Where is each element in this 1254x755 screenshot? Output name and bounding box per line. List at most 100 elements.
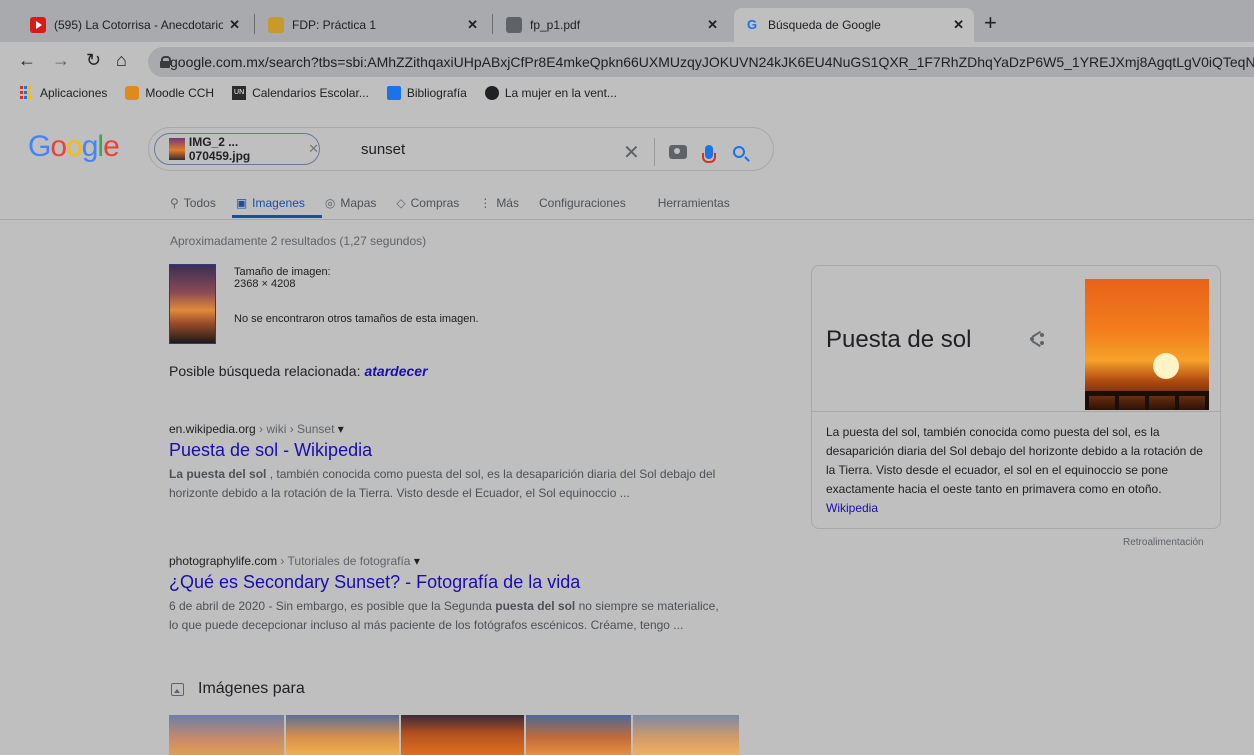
bookmark-label: La mujer en la vent... xyxy=(504,86,617,100)
bookmark-moodle[interactable]: Moodle CCH xyxy=(125,86,214,100)
bookmark-label: Aplicaciones xyxy=(40,86,108,100)
remove-image-icon[interactable]: ✕ xyxy=(308,141,319,157)
image-thumbnail[interactable] xyxy=(286,715,399,755)
close-tab-icon[interactable]: ✕ xyxy=(707,17,718,33)
tab-title: fp_p1.pdf xyxy=(530,18,581,32)
google-logo[interactable]: Google xyxy=(28,130,120,164)
tab-herramientas[interactable]: Herramientas xyxy=(658,194,730,212)
close-tab-icon[interactable]: ✕ xyxy=(229,17,240,33)
clear-icon[interactable]: ✕ xyxy=(623,140,640,165)
share-icon[interactable] xyxy=(1030,330,1044,347)
snippet-date: 6 de abril de 2020 - Sin embargo, es pos… xyxy=(169,599,496,613)
tab-pdf[interactable]: fp_p1.pdf ✕ xyxy=(496,8,728,42)
search-icon: ⚲ xyxy=(170,196,179,210)
map-pin-icon: ◎ xyxy=(324,196,336,210)
home-icon[interactable]: ⌂ xyxy=(116,50,127,71)
image-icon xyxy=(171,682,184,696)
result-title[interactable]: ¿Qué es Secondary Sunset? - Fotografía d… xyxy=(169,572,729,593)
query-image-thumbnail[interactable] xyxy=(169,264,216,344)
dropdown-arrow-icon[interactable]: ▾ xyxy=(338,422,344,436)
logo-letter: e xyxy=(103,130,120,163)
book-icon xyxy=(386,86,401,100)
knowledge-panel-image[interactable] xyxy=(1085,279,1209,410)
bookmark-calendarios[interactable]: UN Calendarios Escolar... xyxy=(232,86,369,100)
snippet-highlight: puesta del sol xyxy=(495,599,576,613)
header-divider xyxy=(0,219,1254,220)
tab-google-search[interactable]: G Búsqueda de Google ✕ xyxy=(734,8,974,42)
tab-mas[interactable]: ⋮ Más xyxy=(479,194,519,212)
tab-imagenes[interactable]: ▣ Imagenes xyxy=(236,194,305,212)
active-tab-indicator xyxy=(232,215,322,218)
tab-todos[interactable]: ⚲ Todos xyxy=(170,194,216,212)
result-stats: Aproximadamente 2 resultados (1,27 segun… xyxy=(170,234,427,248)
logo-letter: o xyxy=(66,130,83,163)
bookmark-label: Calendarios Escolar... xyxy=(252,86,369,100)
result-title[interactable]: Puesta de sol - Wikipedia xyxy=(169,440,729,461)
tab-separator xyxy=(254,14,255,34)
logo-letter: o xyxy=(50,130,67,163)
tab-label: Herramientas xyxy=(657,196,730,210)
close-tab-icon[interactable]: ✕ xyxy=(467,17,478,33)
tab-strip: (595) La Cotorrisa - Anecdotario ✕ FDP: … xyxy=(0,0,1254,42)
tab-separator xyxy=(492,14,493,34)
related-label: Posible búsqueda relacionada: xyxy=(169,363,361,379)
bookmark-bibliografia[interactable]: Bibliografía xyxy=(386,86,467,100)
image-thumbnail[interactable] xyxy=(401,715,524,755)
bookmark-apps[interactable]: Aplicaciones xyxy=(20,86,107,100)
divider xyxy=(653,138,655,166)
dropdown-arrow-icon[interactable]: ▾ xyxy=(414,554,420,568)
logo-letter: G xyxy=(28,130,51,163)
logo-letter: g xyxy=(81,130,99,163)
knowledge-panel-title: Puesta de sol xyxy=(826,326,972,353)
microphone-icon[interactable] xyxy=(701,145,716,163)
tab-youtube[interactable]: (595) La Cotorrisa - Anecdotario ✕ xyxy=(20,8,250,42)
image-thumbnail[interactable] xyxy=(526,715,631,755)
back-arrow-icon[interactable]: ← xyxy=(18,50,36,71)
close-tab-icon[interactable]: ✕ xyxy=(953,17,964,33)
tab-compras[interactable]: ◇ Compras xyxy=(396,194,459,212)
tab-configuraciones[interactable]: Configuraciones xyxy=(539,194,626,212)
reload-icon[interactable]: ↻ xyxy=(86,50,101,71)
knowledge-panel-divider xyxy=(812,411,1220,412)
youtube-icon xyxy=(30,17,46,33)
fence-rail-shape xyxy=(1085,391,1209,396)
tab-mapas[interactable]: ◎ Mapas xyxy=(325,194,377,212)
new-tab-icon[interactable]: + xyxy=(984,10,997,36)
search-nav-tabs: ⚲ Todos ▣ Imagenes ◎ Mapas ◇ Compras ⋮ Más Co… xyxy=(170,194,750,212)
browser-toolbar: ← → ↻ ⌂ google.com.mx/search?tbs=sbi:AMh… xyxy=(0,42,1254,80)
image-size-value: 2368 × 4208 xyxy=(234,278,296,290)
bookmark-la-mujer[interactable]: La mujer en la vent... xyxy=(484,86,617,100)
tab-label: Compras xyxy=(410,196,460,210)
result-path: › wiki › Sunset xyxy=(255,422,335,436)
result-snippet: 6 de abril de 2020 - Sin embargo, es pos… xyxy=(169,597,729,635)
related-link[interactable]: atardecer xyxy=(364,363,427,379)
globe-icon xyxy=(506,17,522,33)
result-url[interactable]: photographylife.com › Tutoriales de foto… xyxy=(169,554,729,568)
search-input[interactable]: sunset xyxy=(361,141,405,158)
feedback-link[interactable]: Retroalimentación xyxy=(1123,537,1204,548)
forward-arrow-icon[interactable]: → xyxy=(52,50,70,71)
image-thumbnail[interactable] xyxy=(633,715,739,755)
address-bar[interactable]: google.com.mx/search?tbs=sbi:AMhZZithqax… xyxy=(148,47,1254,77)
google-results-page: Google IMG_2 ... 070459.jpg ✕ sunset ✕ ⚲… xyxy=(0,106,1254,755)
tab-fdp[interactable]: FDP: Práctica 1 ✕ xyxy=(258,8,488,42)
image-thumbnail[interactable] xyxy=(169,715,284,755)
images-heading-text: Imágenes para xyxy=(198,680,305,697)
images-section-heading: Imágenes para xyxy=(171,680,305,698)
wikipedia-link[interactable]: Wikipedia xyxy=(826,499,1211,518)
result-snippet: La puesta del sol , también conocida com… xyxy=(169,465,729,503)
moodle-icon xyxy=(268,17,284,33)
snippet-highlight: La puesta del sol xyxy=(169,467,267,481)
tab-label: Configuraciones xyxy=(538,196,626,210)
result-url[interactable]: en.wikipedia.org › wiki › Sunset ▾ xyxy=(169,422,729,436)
tab-label: Más xyxy=(496,196,519,210)
knowledge-panel-description: La puesta del sol, también conocida como… xyxy=(826,423,1211,518)
image-query-chip[interactable]: IMG_2 ... 070459.jpg ✕ xyxy=(154,133,320,165)
no-other-sizes: No se encontraron otros tamaños de esta … xyxy=(234,313,479,325)
tab-label: Todos xyxy=(183,196,216,210)
search-icon[interactable] xyxy=(732,146,745,158)
query-thumbnail xyxy=(169,138,185,160)
tab-label: Imagenes xyxy=(252,196,305,210)
tag-icon: ◇ xyxy=(396,196,406,210)
camera-icon[interactable] xyxy=(668,145,687,159)
